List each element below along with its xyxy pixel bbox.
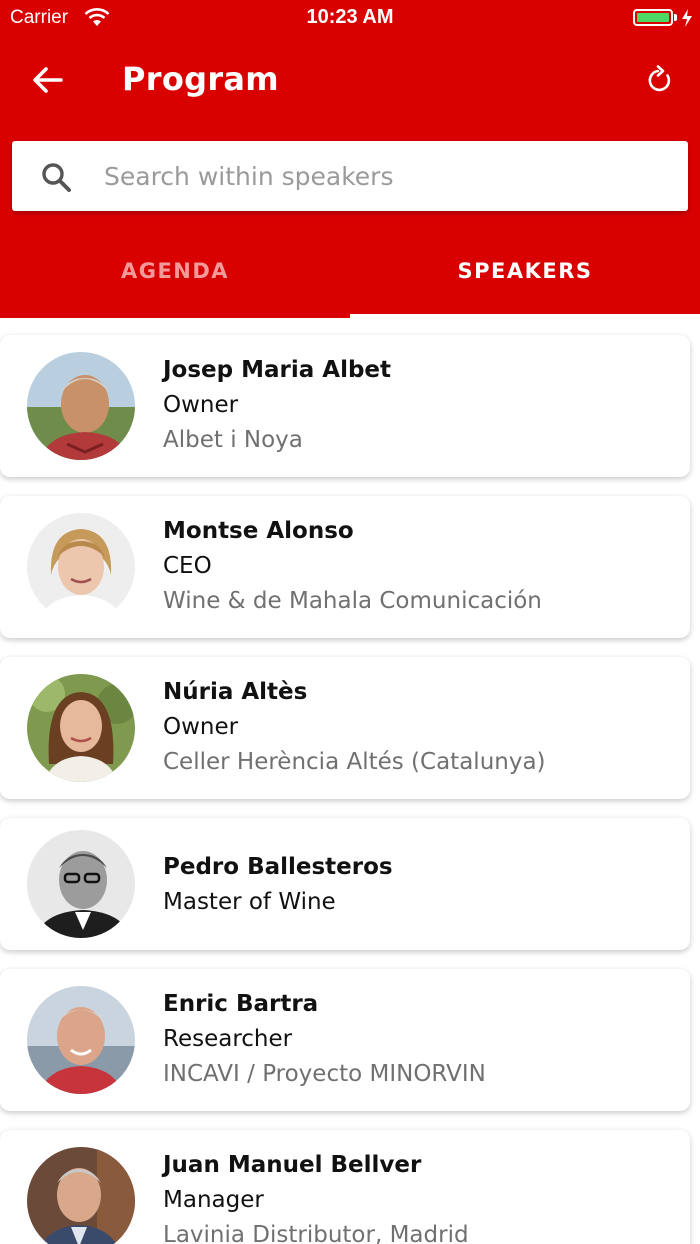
speaker-card[interactable]: Josep Maria Albet Owner Albet i Noya bbox=[0, 335, 690, 477]
speaker-role: Manager bbox=[163, 1187, 264, 1213]
speaker-role: Master of Wine bbox=[163, 889, 336, 915]
speaker-role: Researcher bbox=[163, 1026, 293, 1052]
charging-icon bbox=[681, 8, 693, 32]
page-title: Program bbox=[122, 60, 279, 98]
speaker-company: INCAVI / Proyecto MINORVIN bbox=[163, 1061, 486, 1087]
search-input[interactable] bbox=[104, 151, 664, 201]
speaker-company: Albet i Noya bbox=[163, 427, 303, 453]
speaker-name: Montse Alonso bbox=[163, 518, 354, 544]
speaker-card[interactable]: Enric Bartra Researcher INCAVI / Proyect… bbox=[0, 969, 690, 1111]
status-bar: Carrier 10:23 AM bbox=[0, 0, 700, 38]
avatar bbox=[27, 830, 135, 938]
battery-icon bbox=[633, 9, 673, 26]
battery-tip bbox=[674, 14, 677, 21]
speaker-card[interactable]: Núria Altès Owner Celler Herència Altés … bbox=[0, 657, 690, 799]
speaker-role: CEO bbox=[163, 553, 212, 579]
avatar bbox=[27, 1147, 135, 1244]
arrow-left-icon bbox=[32, 66, 64, 98]
speaker-card[interactable]: Pedro Ballesteros Master of Wine bbox=[0, 818, 690, 950]
avatar bbox=[27, 674, 135, 782]
search-icon bbox=[40, 161, 72, 197]
speaker-name: Josep Maria Albet bbox=[163, 357, 392, 383]
tab-agenda[interactable]: AGENDA bbox=[0, 228, 350, 314]
refresh-button[interactable] bbox=[640, 62, 680, 102]
tab-speakers[interactable]: SPEAKERS bbox=[350, 228, 700, 314]
speaker-card[interactable]: Juan Manuel Bellver Manager Lavinia Dist… bbox=[0, 1130, 690, 1244]
speaker-company: Lavinia Distributor, Madrid bbox=[163, 1222, 469, 1244]
refresh-icon bbox=[646, 65, 674, 99]
speaker-role: Owner bbox=[163, 392, 239, 418]
speaker-name: Juan Manuel Bellver bbox=[163, 1152, 422, 1178]
speaker-card[interactable]: Montse Alonso CEO Wine & de Mahala Comun… bbox=[0, 496, 690, 638]
speaker-role: Owner bbox=[163, 714, 239, 740]
speaker-company: Wine & de Mahala Comunicación bbox=[163, 588, 542, 614]
speaker-list: Josep Maria Albet Owner Albet i Noya Mon… bbox=[0, 318, 700, 1244]
clock: 10:23 AM bbox=[306, 6, 394, 28]
speaker-name: Pedro Ballesteros bbox=[163, 854, 393, 880]
search-bar[interactable] bbox=[12, 141, 688, 211]
speaker-name: Núria Altès bbox=[163, 679, 308, 705]
back-button[interactable] bbox=[28, 62, 68, 102]
speaker-name: Enric Bartra bbox=[163, 991, 319, 1017]
avatar bbox=[27, 352, 135, 460]
speaker-company: Celler Herència Altés (Catalunya) bbox=[163, 749, 546, 775]
avatar bbox=[27, 986, 135, 1094]
app-header: Carrier 10:23 AM Program Search within s… bbox=[0, 0, 700, 318]
avatar bbox=[27, 513, 135, 621]
tab-bar: AGENDA SPEAKERS bbox=[0, 228, 700, 318]
